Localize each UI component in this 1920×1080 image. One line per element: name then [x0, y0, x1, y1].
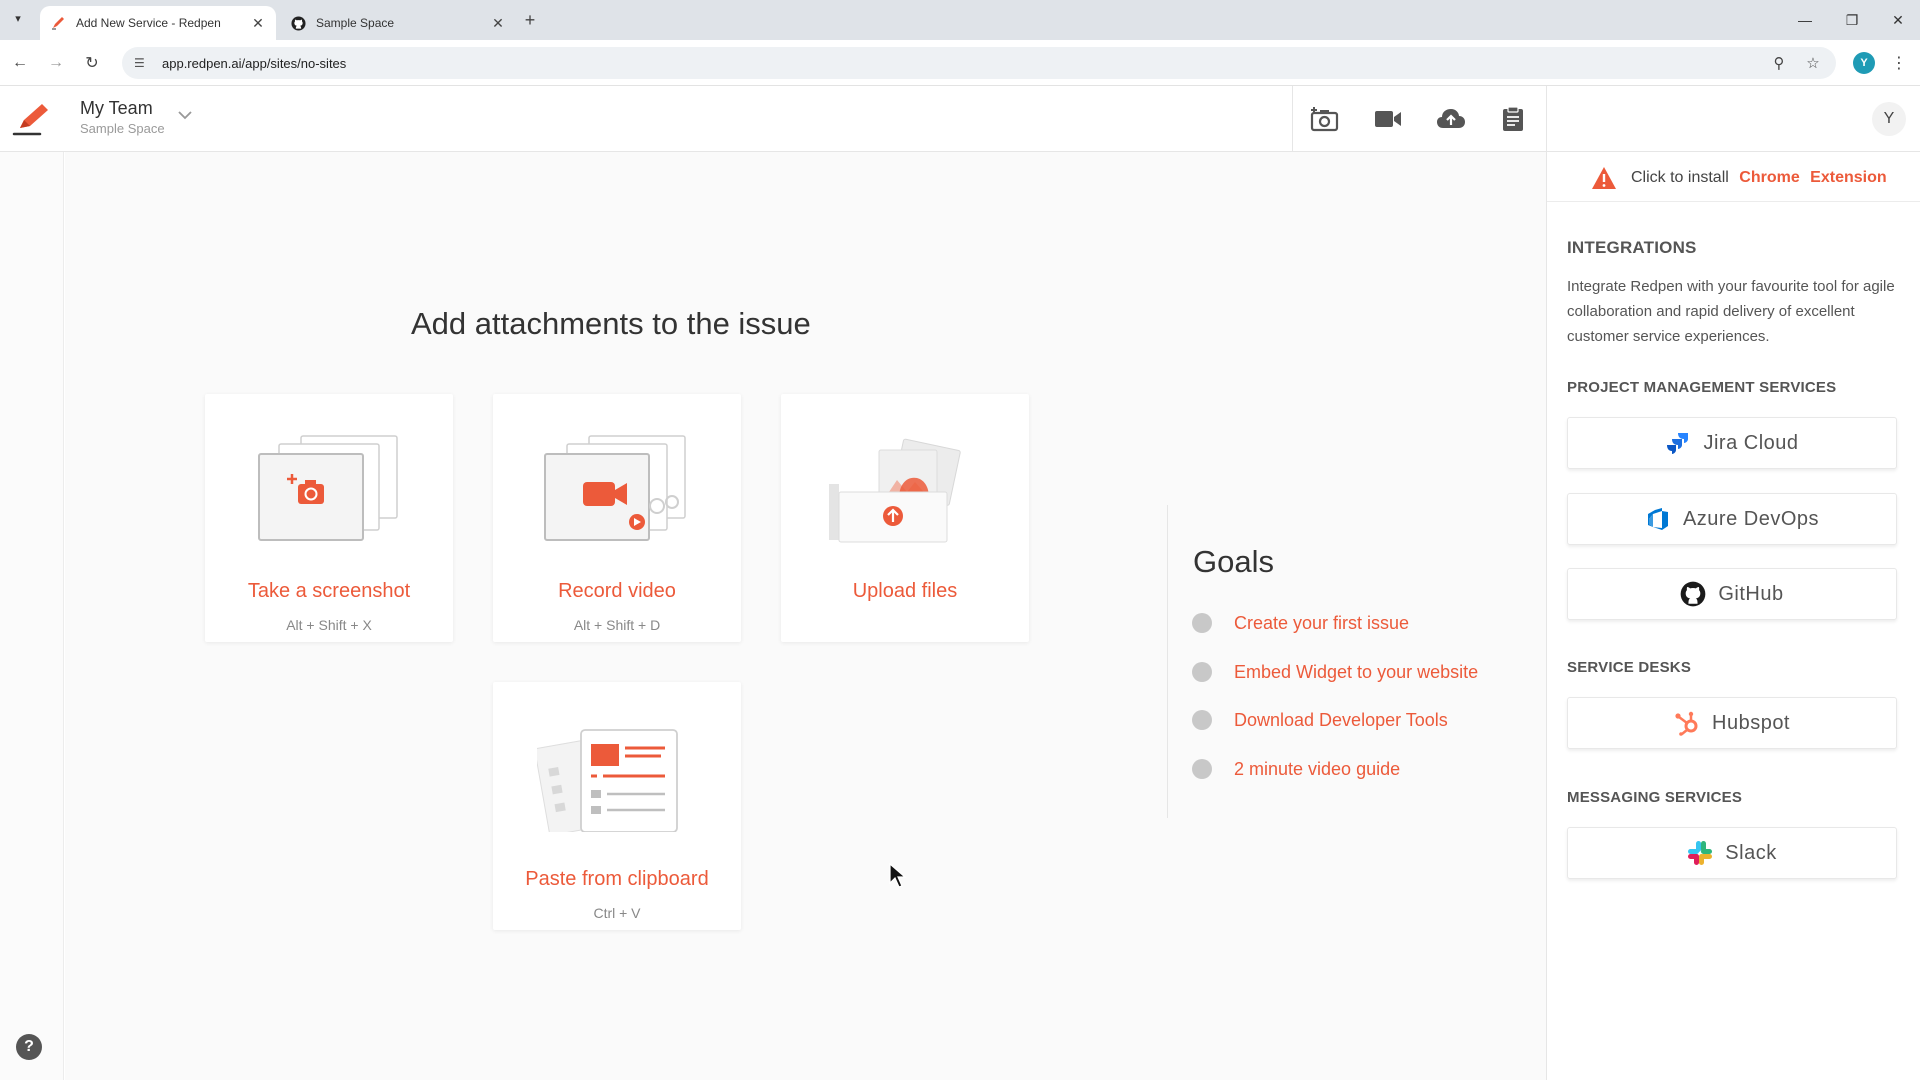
redpen-pen-icon — [50, 15, 66, 31]
install-extension-bar[interactable]: Click to install Chrome Extension — [1547, 152, 1920, 202]
screenshot-illustration — [249, 434, 409, 544]
github-button[interactable]: GitHub — [1567, 568, 1897, 620]
paste-from-clipboard-card[interactable]: Paste from clipboard Ctrl + V — [493, 682, 741, 930]
left-sidebar — [0, 152, 64, 1080]
restore-icon[interactable]: ❐ — [1840, 8, 1864, 32]
tab-title: Sample Space — [316, 16, 395, 30]
install-extension-text: Click to install Chrome Extension — [1631, 169, 1887, 187]
take-screenshot-card[interactable]: Take a screenshot Alt + Shift + X — [205, 394, 453, 642]
azure-devops-icon — [1645, 506, 1671, 532]
card-title: Paste from clipboard — [525, 868, 709, 890]
github-icon — [290, 15, 306, 31]
goal-item[interactable]: 2 minute video guide — [1192, 757, 1400, 781]
integrations-description: Integrate Redpen with your favourite too… — [1567, 278, 1895, 345]
mouse-cursor-icon — [889, 862, 907, 889]
slack-icon — [1687, 840, 1713, 866]
card-shortcut: Alt + Shift + X — [286, 617, 372, 633]
chrome-link[interactable]: Chrome — [1739, 169, 1799, 186]
goal-status-dot — [1192, 759, 1212, 779]
warning-triangle-icon — [1591, 166, 1617, 190]
forward-arrow-icon[interactable]: → — [44, 51, 68, 75]
jira-icon — [1665, 430, 1691, 456]
service-label: Jira Cloud — [1703, 431, 1799, 454]
new-tab-plus-icon[interactable]: + — [520, 10, 540, 30]
chevron-down-icon[interactable] — [176, 106, 194, 124]
hubspot-icon — [1674, 710, 1700, 736]
slack-button[interactable]: Slack — [1567, 827, 1897, 879]
service-label: Slack — [1725, 841, 1777, 864]
github-icon — [1680, 581, 1706, 607]
header-divider — [1546, 86, 1547, 152]
service-label: Azure DevOps — [1682, 507, 1820, 530]
goal-link[interactable]: Embed Widget to your website — [1234, 662, 1478, 683]
url-omnibox[interactable]: ☰ app.redpen.ai/app/sites/no-sites ⚲ ☆ — [122, 47, 1836, 79]
goals-divider — [1167, 505, 1168, 818]
tab-add-new-service[interactable]: Add New Service - Redpen ✕ — [40, 6, 276, 40]
tab-sample-space[interactable]: Sample Space ✕ — [280, 6, 516, 40]
service-label: GitHub — [1718, 582, 1784, 605]
clipboard-illustration — [534, 722, 697, 836]
record-video-card[interactable]: Record video Alt + Shift + D — [493, 394, 741, 642]
upload-files-card[interactable]: Upload files — [781, 394, 1029, 642]
clipboard-icon[interactable] — [1497, 103, 1529, 135]
goal-link[interactable]: 2 minute video guide — [1234, 759, 1400, 780]
team-switcher[interactable]: My Team Sample Space — [80, 98, 165, 136]
card-title: Take a screenshot — [247, 580, 411, 602]
minimize-icon[interactable]: — — [1793, 8, 1817, 32]
team-name: My Team — [80, 98, 153, 118]
zoom-magnifier-icon[interactable]: ⚲ — [1768, 54, 1790, 72]
bookmark-star-icon[interactable]: ☆ — [1802, 54, 1824, 72]
browser-menu-kebab-icon[interactable]: ⋮ — [1888, 52, 1910, 74]
card-shortcut: Alt + Shift + D — [573, 617, 661, 633]
reload-icon[interactable]: ↻ — [80, 51, 104, 75]
card-title: Record video — [558, 580, 676, 602]
user-avatar[interactable]: Y — [1872, 102, 1906, 136]
redpen-logo-icon[interactable] — [10, 100, 54, 140]
goal-status-dot — [1192, 710, 1212, 730]
install-prefix: Click to install — [1631, 169, 1729, 186]
cloud-upload-icon[interactable] — [1435, 103, 1467, 135]
browser-profile-avatar[interactable]: Y — [1853, 52, 1875, 74]
goal-item[interactable]: Create your first issue — [1192, 611, 1409, 635]
goal-item[interactable]: Embed Widget to your website — [1192, 660, 1478, 684]
goal-item[interactable]: Download Developer Tools — [1192, 708, 1448, 732]
browser-tab-bar: ▾ Add New Service - Redpen ✕ Sample Spac… — [0, 0, 1920, 40]
goal-link[interactable]: Download Developer Tools — [1234, 710, 1448, 731]
extension-link[interactable]: Extension — [1810, 169, 1886, 186]
project-management-heading: PROJECT MANAGEMENT SERVICES — [1567, 379, 1837, 396]
site-info-icon[interactable]: ☰ — [134, 56, 152, 70]
jira-cloud-button[interactable]: Jira Cloud — [1567, 417, 1897, 469]
page-title: Add attachments to the issue — [411, 306, 811, 341]
close-icon[interactable]: ✕ — [250, 15, 266, 31]
url-text[interactable]: app.redpen.ai/app/sites/no-sites — [162, 56, 1756, 71]
goal-status-dot — [1192, 662, 1212, 682]
video-illustration — [537, 434, 697, 544]
back-arrow-icon[interactable]: ← — [8, 51, 32, 75]
azure-devops-button[interactable]: Azure DevOps — [1567, 493, 1897, 545]
tab-search-chevron-icon[interactable]: ▾ — [8, 8, 28, 28]
service-label: Hubspot — [1712, 711, 1790, 734]
card-shortcut: Ctrl + V — [593, 905, 641, 921]
capture-toolbar — [1292, 86, 1546, 152]
card-title: Upload files — [852, 580, 958, 602]
tab-title: Add New Service - Redpen — [76, 16, 221, 30]
close-icon[interactable]: ✕ — [490, 15, 506, 31]
window-close-icon[interactable]: ✕ — [1886, 8, 1910, 32]
browser-address-bar: ← → ↻ ☰ app.redpen.ai/app/sites/no-sites… — [0, 40, 1920, 86]
video-camera-icon[interactable] — [1372, 103, 1404, 135]
integrations-heading: INTEGRATIONS — [1567, 238, 1697, 257]
camera-plus-icon[interactable] — [1309, 103, 1341, 135]
app-header: My Team Sample Space Y — [0, 86, 1920, 152]
goal-link[interactable]: Create your first issue — [1234, 613, 1409, 634]
help-question-icon[interactable]: ? — [16, 1034, 42, 1060]
goals-title: Goals — [1193, 544, 1274, 579]
hubspot-button[interactable]: Hubspot — [1567, 697, 1897, 749]
messaging-heading: MESSAGING SERVICES — [1567, 789, 1743, 806]
upload-illustration — [825, 434, 985, 544]
service-desks-heading: SERVICE DESKS — [1567, 659, 1692, 676]
integrations-panel: Click to install Chrome Extension INTEGR… — [1546, 152, 1920, 1080]
space-name: Sample Space — [80, 121, 165, 136]
goal-status-dot — [1192, 613, 1212, 633]
